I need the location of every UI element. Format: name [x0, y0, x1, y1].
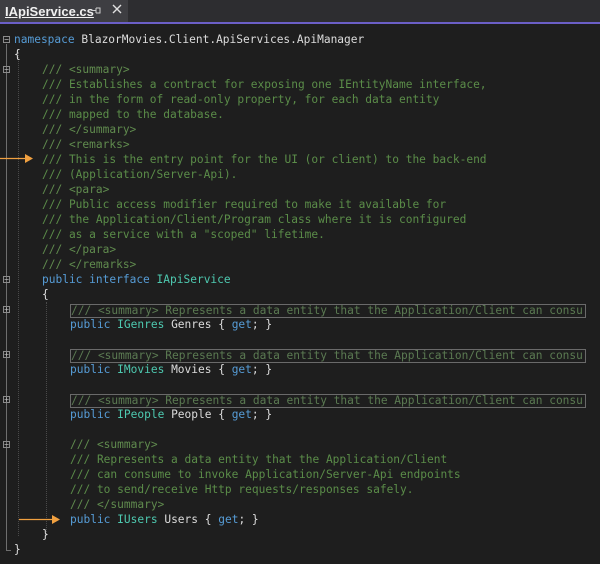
collapsed-region-people[interactable]: /// <summary> Represents a data entity t…: [70, 393, 586, 408]
doc-comment-line: /// to send/receive Http requests/respon…: [70, 483, 414, 496]
code-line: {: [14, 48, 21, 61]
collapsed-region-genres[interactable]: /// <summary> Represents a data entity t…: [70, 303, 586, 318]
doc-comment-line: /// <para>: [42, 183, 110, 196]
doc-comment-line: /// the Application/Client/Program class…: [42, 213, 467, 226]
doc-comment-line: /// <summary>: [42, 63, 130, 76]
collapse-interface-icon[interactable]: −: [3, 276, 10, 284]
arrow-icon: [0, 154, 33, 163]
code-editor[interactable]: − − − + + + − namespace BlazorMovies.Cli…: [0, 24, 600, 564]
tab-title: IApiService.cs: [5, 3, 94, 19]
property-genres: public IGenres Genres { get; }: [70, 318, 273, 331]
doc-comment-line: /// mapped to the database.: [42, 108, 224, 121]
doc-comment-line: /// (Application/Server-Api).: [42, 168, 238, 181]
expand-people-doc-icon[interactable]: +: [3, 396, 10, 404]
fold-end: [6, 550, 11, 551]
fold-line: [6, 44, 7, 550]
doc-comment-line: /// Represents a data entity that the Ap…: [70, 453, 448, 466]
close-icon[interactable]: [110, 4, 124, 18]
code-line: namespace BlazorMovies.Client.ApiService…: [14, 33, 365, 46]
interface-declaration: public interface IApiService: [42, 273, 231, 286]
doc-comment-line: /// </para>: [42, 243, 117, 256]
doc-comment-line: /// </summary>: [42, 123, 137, 136]
property-movies: public IMovies Movies { get; }: [70, 363, 273, 376]
doc-comment-line: /// Establishes a contract for exposing …: [42, 78, 487, 91]
indent-guide: [46, 302, 47, 536]
collapsed-region-movies[interactable]: /// <summary> Represents a data entity t…: [70, 348, 586, 363]
doc-comment-line: /// can consume to invoke Application/Se…: [70, 468, 461, 481]
pin-icon[interactable]: [91, 5, 103, 17]
doc-comment-line: /// <remarks>: [42, 138, 130, 151]
property-users: public IUsers Users { get; }: [70, 513, 259, 526]
outline-margin: − − − + + + −: [0, 24, 14, 564]
code-line: {: [42, 288, 49, 301]
code-line: }: [42, 528, 49, 541]
collapse-users-doc-icon[interactable]: −: [3, 441, 10, 449]
expand-movies-doc-icon[interactable]: +: [3, 351, 10, 359]
collapse-summary-icon[interactable]: −: [3, 66, 10, 74]
indent-guide: [18, 52, 19, 536]
editor-tab-bar: IApiService.cs: [0, 0, 600, 24]
tab-iapiservice[interactable]: IApiService.cs: [0, 0, 128, 22]
doc-comment-line: /// </remarks>: [42, 258, 137, 271]
code-line: }: [14, 543, 21, 556]
doc-comment-line: /// </summary>: [70, 498, 165, 511]
expand-genres-doc-icon[interactable]: +: [3, 306, 10, 314]
doc-comment-line: /// as a service with a "scoped" lifetim…: [42, 228, 325, 241]
doc-comment-line: /// This is the entry point for the UI (…: [42, 153, 487, 166]
doc-comment-line: /// in the form of read-only property, f…: [42, 93, 440, 106]
property-people: public IPeople People { get; }: [70, 408, 273, 421]
arrow-icon: [19, 515, 60, 524]
doc-comment-line: /// <summary>: [70, 438, 158, 451]
doc-comment-line: /// Public access modifier required to m…: [42, 198, 447, 211]
collapse-namespace-icon[interactable]: −: [3, 36, 10, 44]
